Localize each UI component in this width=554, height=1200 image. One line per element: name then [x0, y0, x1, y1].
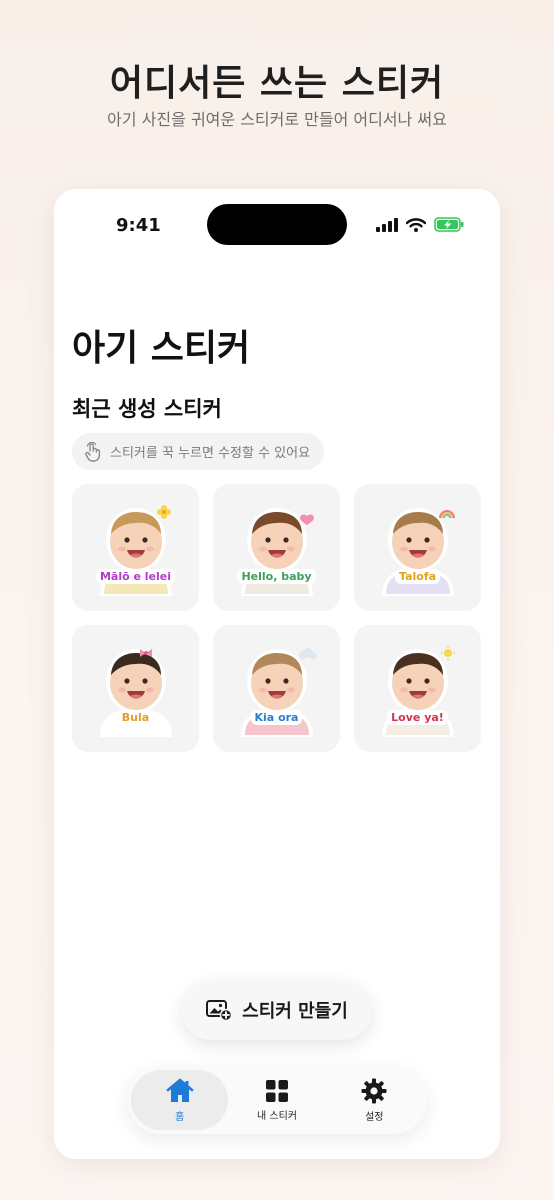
- sticker-caption-text: Bula: [117, 710, 154, 725]
- sticker-card[interactable]: Mālō e lelei: [72, 484, 199, 611]
- dynamic-island: [207, 204, 347, 245]
- sticker-caption: Kia ora: [213, 710, 340, 725]
- tab-my-stickers[interactable]: 내 스티커: [228, 1070, 325, 1130]
- status-icons: [376, 217, 464, 232]
- sticker-card[interactable]: Bula: [72, 625, 199, 752]
- sticker-caption: Bula: [72, 710, 199, 725]
- home-icon: [166, 1078, 193, 1102]
- sticker-card[interactable]: Talofa: [354, 484, 481, 611]
- sticker-card[interactable]: Kia ora: [213, 625, 340, 752]
- hero-title: 어디서든 쓰는 스티커: [109, 63, 445, 104]
- create-sticker-button[interactable]: 스티커 만들기: [182, 980, 372, 1040]
- add-photo-icon: [206, 1000, 233, 1021]
- status-time: 9:41: [116, 215, 161, 236]
- section-title: 최근 생성 스티커: [72, 397, 222, 421]
- sticker-caption: Talofa: [354, 569, 481, 584]
- tab-settings-label: 설정: [365, 1111, 384, 1123]
- sticker-card[interactable]: Love ya!: [354, 625, 481, 752]
- tab-my-stickers-label: 내 스티커: [257, 1110, 297, 1122]
- sticker-caption: Hello, baby: [213, 569, 340, 584]
- long-press-hint: 스티커를 꾹 누르면 수정할 수 있어요: [72, 433, 325, 470]
- wifi-icon: [406, 217, 426, 232]
- sticker-caption-text: Kia ora: [250, 710, 303, 725]
- sticker-caption-text: Hello, baby: [237, 569, 316, 584]
- phone-frame: 9:41 아기 스티커 최근 생성 스티커 스티커를 꾹 누르면 수정할 수 있…: [54, 189, 500, 1159]
- sticker-caption-text: Mālō e lelei: [95, 569, 176, 584]
- long-press-hint-text: 스티커를 꾹 누르면 수정할 수 있어요: [110, 446, 311, 461]
- sticker-card[interactable]: Hello, baby: [213, 484, 340, 611]
- hero-subtitle: 아기 사진을 귀여운 스티커로 만들어 어디서나 써요: [107, 110, 447, 129]
- battery-charging-icon: [434, 217, 464, 232]
- tab-home[interactable]: 홈: [131, 1070, 229, 1130]
- create-sticker-label: 스티커 만들기: [242, 1001, 348, 1022]
- sticker-caption-text: Love ya!: [387, 710, 448, 725]
- sticker-caption: Love ya!: [354, 710, 481, 725]
- gear-icon: [361, 1078, 387, 1103]
- tab-bar: 홈 내 스티커 설정: [127, 1066, 427, 1134]
- sticker-caption-text: Talofa: [394, 569, 441, 584]
- sticker-grid: Mālō e lelei Hello, baby Talofa Bula Kia ora…: [72, 484, 481, 752]
- tab-settings[interactable]: 설정: [326, 1070, 423, 1130]
- grid-icon: [265, 1079, 288, 1102]
- tap-hand-icon: [85, 441, 101, 462]
- sticker-caption: Mālō e lelei: [72, 569, 199, 584]
- tab-home-label: 홈: [175, 1111, 185, 1123]
- app-title: 아기 스티커: [72, 328, 251, 369]
- signal-bars-icon: [376, 217, 398, 232]
